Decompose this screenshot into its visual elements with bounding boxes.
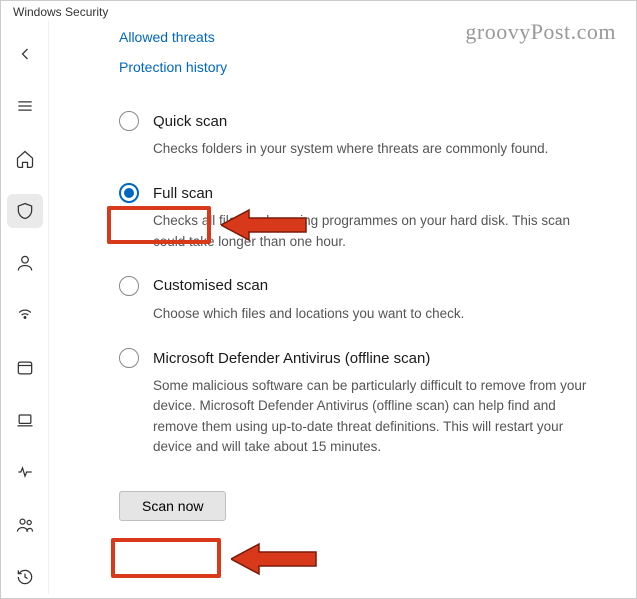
option-offline-scan: Microsoft Defender Antivirus (offline sc… — [119, 348, 596, 457]
menu-icon[interactable] — [7, 89, 43, 123]
scan-options: Quick scan Checks folders in your system… — [119, 111, 596, 521]
allowed-threats-link[interactable]: Allowed threats — [119, 29, 596, 45]
window-icon[interactable] — [7, 351, 43, 385]
person-icon[interactable] — [7, 246, 43, 280]
window-title: Windows Security — [1, 1, 636, 21]
protection-history-link[interactable]: Protection history — [119, 59, 596, 75]
shield-icon[interactable] — [7, 194, 43, 228]
signal-icon[interactable] — [7, 298, 43, 332]
desc-full-scan: Checks all files and running programmes … — [153, 211, 596, 252]
back-icon[interactable] — [7, 37, 43, 71]
people-icon[interactable] — [7, 507, 43, 541]
desc-offline-scan: Some malicious software can be particula… — [153, 376, 596, 457]
label-offline-scan: Microsoft Defender Antivirus (offline sc… — [153, 350, 430, 367]
main-content: Allowed threats Protection history Quick… — [49, 21, 636, 594]
radio-offline-scan[interactable] — [119, 348, 139, 368]
heart-icon[interactable] — [7, 455, 43, 489]
radio-custom-scan[interactable] — [119, 276, 139, 296]
scan-now-button[interactable]: Scan now — [119, 491, 226, 521]
history-icon[interactable] — [7, 560, 43, 594]
option-full-scan: Full scan Checks all files and running p… — [119, 183, 596, 252]
option-custom-scan: Customised scan Choose which files and l… — [119, 276, 596, 324]
desc-quick-scan: Checks folders in your system where thre… — [153, 139, 596, 159]
label-quick-scan: Quick scan — [153, 113, 227, 130]
sidebar — [1, 21, 49, 594]
laptop-icon[interactable] — [7, 403, 43, 437]
label-custom-scan: Customised scan — [153, 277, 268, 294]
option-quick-scan: Quick scan Checks folders in your system… — [119, 111, 596, 159]
label-full-scan: Full scan — [153, 185, 213, 202]
radio-full-scan[interactable] — [119, 183, 139, 203]
home-icon[interactable] — [7, 142, 43, 176]
desc-custom-scan: Choose which files and locations you wan… — [153, 304, 596, 324]
radio-quick-scan[interactable] — [119, 111, 139, 131]
